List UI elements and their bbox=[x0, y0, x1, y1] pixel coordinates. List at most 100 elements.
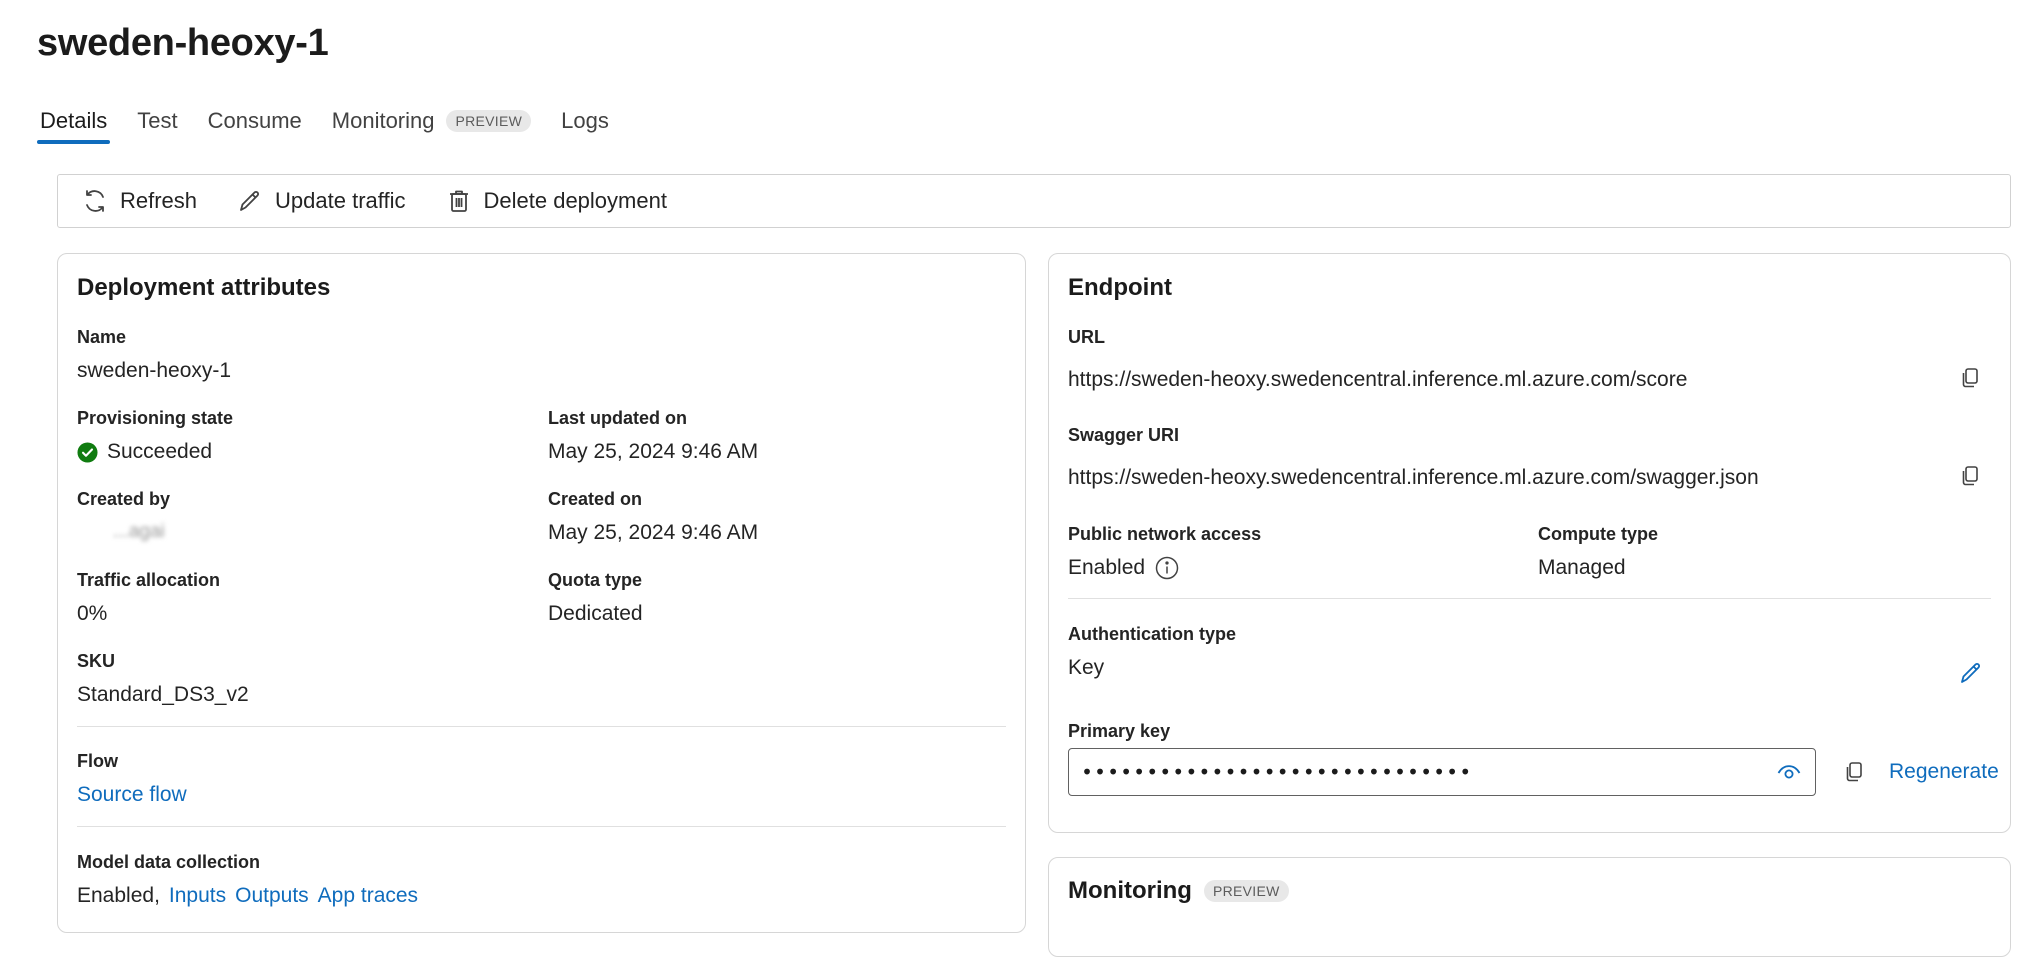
traffic-allocation-field: Traffic allocation 0% bbox=[77, 570, 220, 626]
public-network-access-field: Public network access Enabled bbox=[1068, 524, 1261, 580]
app-traces-link[interactable]: App traces bbox=[318, 884, 418, 908]
check-circle-icon bbox=[77, 441, 98, 463]
name-value: sweden-heoxy-1 bbox=[77, 359, 232, 382]
info-icon[interactable] bbox=[1155, 556, 1179, 580]
pencil-icon bbox=[1961, 663, 1980, 683]
authentication-type-value: Key bbox=[1068, 656, 1105, 679]
authentication-type-field: Authentication type Key bbox=[1068, 624, 1236, 680]
last-updated-value: May 25, 2024 9:46 AM bbox=[548, 440, 759, 463]
update-traffic-label: Update traffic bbox=[275, 188, 406, 213]
compute-type-value: Managed bbox=[1538, 556, 1626, 579]
last-updated-field: Last updated on May 25, 2024 9:46 AM bbox=[548, 408, 758, 464]
tab-monitoring[interactable]: Monitoring PREVIEW bbox=[329, 104, 534, 144]
traffic-allocation-label: Traffic allocation bbox=[77, 570, 221, 590]
regenerate-link[interactable]: Regenerate bbox=[1889, 760, 1999, 784]
trash-icon bbox=[449, 190, 468, 212]
quota-type-value: Dedicated bbox=[548, 602, 643, 625]
name-label: Name bbox=[77, 327, 127, 347]
quota-type-field: Quota type Dedicated bbox=[548, 570, 643, 626]
divider bbox=[77, 826, 1006, 827]
source-flow-link[interactable]: Source flow bbox=[77, 783, 187, 807]
tab-monitoring-label: Monitoring bbox=[331, 108, 435, 133]
page-title: sweden-heoxy-1 bbox=[37, 22, 329, 64]
url-value: https://sweden-heoxy.swedencentral.infer… bbox=[1068, 368, 1688, 391]
primary-key-value: •••••••••••••••••••••••••••••• bbox=[1081, 760, 1473, 784]
model-data-collection-field: Model data collection Enabled, Inputs Ou… bbox=[77, 852, 418, 908]
preview-badge: PREVIEW bbox=[1203, 880, 1289, 902]
compute-type-label: Compute type bbox=[1538, 524, 1659, 544]
pna-text: Enabled bbox=[1068, 556, 1146, 579]
flow-label: Flow bbox=[77, 751, 118, 771]
monitoring-card bbox=[1048, 857, 2011, 957]
tab-details[interactable]: Details bbox=[37, 104, 111, 144]
endpoint-title: Endpoint bbox=[1068, 274, 1172, 301]
copy-icon bbox=[1962, 466, 1978, 486]
quota-type-label: Quota type bbox=[548, 570, 643, 590]
authentication-type-label: Authentication type bbox=[1068, 624, 1237, 644]
delete-deployment-button[interactable]: Delete deployment bbox=[446, 188, 667, 214]
sku-field: SKU Standard_DS3_v2 bbox=[77, 651, 249, 707]
model-data-collection-value: Enabled, Inputs Outputs App traces bbox=[77, 884, 418, 908]
copy-key-button[interactable] bbox=[1840, 758, 1868, 786]
traffic-allocation-value: 0% bbox=[77, 602, 108, 625]
provisioning-state-value: Succeeded bbox=[77, 440, 233, 464]
model-data-collection-label: Model data collection bbox=[77, 852, 261, 872]
monitoring-title: Monitoring PREVIEW bbox=[1068, 877, 1289, 905]
inputs-link[interactable]: Inputs bbox=[169, 884, 226, 908]
created-by-label: Created by bbox=[77, 489, 171, 509]
provisioning-state-field: Provisioning state Succeeded bbox=[77, 408, 233, 464]
swagger-uri-field: Swagger URI https://sweden-heoxy.swedenc… bbox=[1068, 425, 1759, 490]
url-label: URL bbox=[1068, 327, 1105, 347]
monitoring-title-text: Monitoring bbox=[1068, 877, 1192, 904]
refresh-icon bbox=[86, 190, 104, 212]
tab-bar: Details Test Consume Monitoring PREVIEW L… bbox=[37, 104, 636, 146]
refresh-button[interactable]: Refresh bbox=[82, 188, 197, 214]
sku-value: Standard_DS3_v2 bbox=[77, 683, 249, 706]
provisioning-state-label: Provisioning state bbox=[77, 408, 234, 428]
delete-deployment-label: Delete deployment bbox=[483, 188, 667, 213]
edit-auth-button[interactable] bbox=[1955, 657, 1987, 689]
refresh-label: Refresh bbox=[120, 188, 198, 213]
primary-key-label: Primary key bbox=[1068, 721, 1171, 741]
primary-key-input[interactable]: •••••••••••••••••••••••••••••• bbox=[1068, 748, 1816, 796]
created-by-value: ...agai bbox=[113, 521, 165, 542]
preview-badge: PREVIEW bbox=[446, 110, 532, 132]
copy-swagger-button[interactable] bbox=[1956, 462, 1984, 490]
compute-type-field: Compute type Managed bbox=[1538, 524, 1658, 580]
swagger-uri-value: https://sweden-heoxy.swedencentral.infer… bbox=[1068, 466, 1759, 489]
mdc-status: Enabled, bbox=[77, 884, 160, 907]
tab-logs[interactable]: Logs bbox=[558, 104, 612, 144]
tab-test[interactable]: Test bbox=[134, 104, 180, 144]
name-field: Name sweden-heoxy-1 bbox=[77, 327, 231, 383]
copy-url-button[interactable] bbox=[1956, 364, 1984, 392]
show-key-button[interactable] bbox=[1775, 759, 1803, 787]
url-field: URL https://sweden-heoxy.swedencentral.i… bbox=[1068, 327, 1687, 392]
pencil-icon bbox=[240, 191, 259, 211]
created-by-value-wrap: ...agai bbox=[77, 521, 170, 543]
tab-test-label: Test bbox=[137, 108, 178, 133]
last-updated-label: Last updated on bbox=[548, 408, 687, 428]
created-on-field: Created on May 25, 2024 9:46 AM bbox=[548, 489, 758, 545]
created-by-field: Created by ...agai bbox=[77, 489, 170, 543]
copy-icon bbox=[1846, 762, 1862, 782]
tab-logs-label: Logs bbox=[561, 108, 609, 133]
sku-label: SKU bbox=[77, 651, 116, 671]
eye-icon bbox=[1777, 765, 1801, 779]
provisioning-state-text: Succeeded bbox=[107, 440, 213, 463]
created-on-label: Created on bbox=[548, 489, 643, 509]
divider bbox=[77, 726, 1006, 727]
swagger-uri-label: Swagger URI bbox=[1068, 425, 1180, 445]
command-bar: Refresh Update traffic Delete deployment bbox=[57, 174, 2011, 228]
tab-consume[interactable]: Consume bbox=[205, 104, 305, 144]
tab-consume-label: Consume bbox=[207, 108, 302, 133]
tab-details-label: Details bbox=[40, 108, 108, 133]
public-network-access-label: Public network access bbox=[1068, 524, 1262, 544]
outputs-link[interactable]: Outputs bbox=[235, 884, 309, 908]
created-on-value: May 25, 2024 9:46 AM bbox=[548, 521, 759, 544]
copy-icon bbox=[1962, 368, 1978, 388]
divider bbox=[1068, 598, 1991, 599]
public-network-access-value: Enabled bbox=[1068, 556, 1261, 580]
deployment-attributes-title: Deployment attributes bbox=[77, 274, 331, 301]
update-traffic-button[interactable]: Update traffic bbox=[237, 188, 406, 214]
flow-field: Flow Source flow bbox=[77, 751, 187, 807]
